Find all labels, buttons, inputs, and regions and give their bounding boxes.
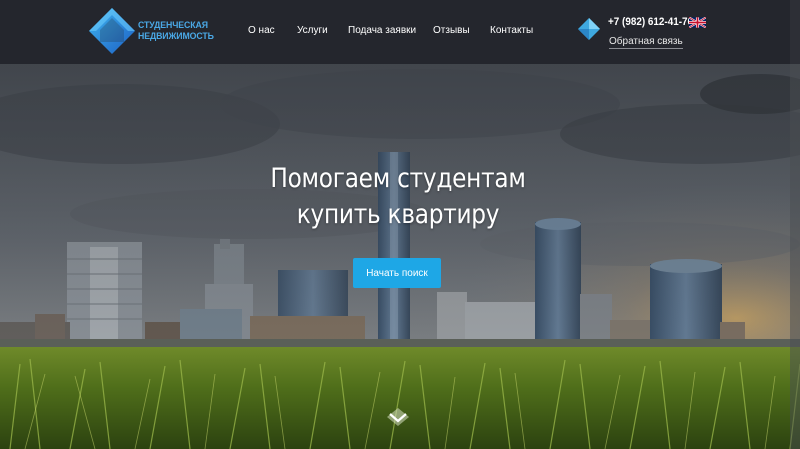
hero-background-image (0, 64, 800, 449)
logo-text: СТУДЕНЧЕСКАЯ НЕДВИЖИМОСТЬ (138, 20, 214, 42)
header-contact: +7 (982) 612-41-76 Обратная связь (578, 12, 718, 52)
nav-contacts[interactable]: Контакты (490, 25, 533, 36)
chevron-down-icon[interactable] (387, 408, 409, 426)
phone-number[interactable]: +7 (982) 612-41-76 (608, 16, 693, 28)
header-edge (790, 0, 800, 64)
site-header: СТУДЕНЧЕСКАЯ НЕДВИЖИМОСТЬ О нас Услуги П… (0, 0, 800, 64)
hero-title-line-1: Помогаем студентам (270, 163, 526, 194)
uk-flag-icon[interactable] (689, 17, 706, 28)
hero-title: Помогаем студентам купить квартиру (56, 161, 741, 233)
nav-services[interactable]: Услуги (297, 25, 328, 36)
site-logo[interactable]: СТУДЕНЧЕСКАЯ НЕДВИЖИМОСТЬ (88, 6, 218, 56)
phone-diamond-icon (578, 18, 600, 40)
nav-reviews[interactable]: Отзывы (433, 25, 470, 36)
logo-line-1: СТУДЕНЧЕСКАЯ (138, 20, 208, 31)
feedback-link[interactable]: Обратная связь (609, 36, 683, 49)
nav-application[interactable]: Подача заявки (348, 25, 416, 36)
logo-house-icon (89, 8, 135, 54)
logo-line-2: НЕДВИЖИМОСТЬ (138, 31, 214, 42)
start-search-button[interactable]: Начать поиск (353, 258, 441, 288)
hero-section: Помогаем студентам купить квартиру Начат… (0, 64, 800, 449)
nav-about[interactable]: О нас (248, 25, 275, 36)
hero-title-line-2: купить квартиру (296, 199, 500, 230)
